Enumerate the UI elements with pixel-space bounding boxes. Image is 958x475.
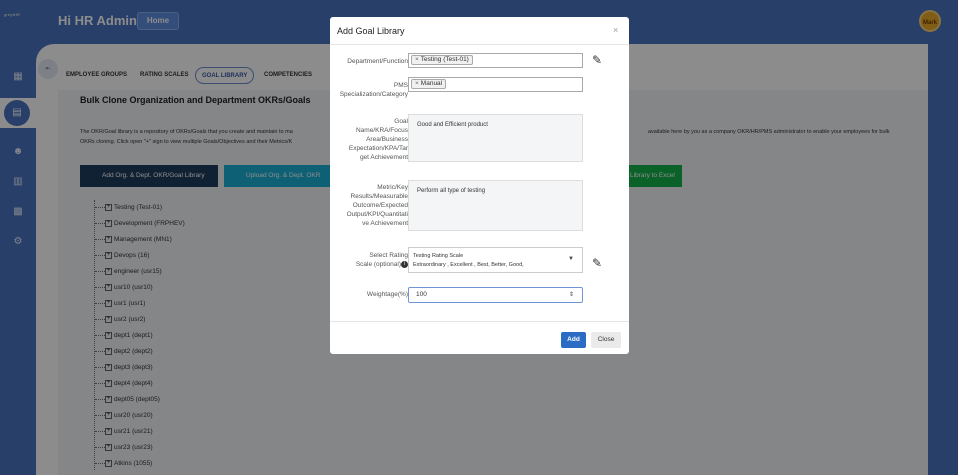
weightage-value: 100	[416, 291, 427, 298]
pms-label-line-1: PMS	[393, 82, 408, 89]
modal-header: Add Goal Library ×	[330, 17, 629, 45]
goal-label-line-4: Expectation/KPA/Tar	[348, 145, 408, 152]
chevron-down-icon: ▼	[568, 256, 574, 262]
rating-scale-select[interactable]: Testing Rating Scale Extraordinary , Exc…	[408, 247, 583, 273]
department-label: Department/Function	[347, 58, 408, 65]
pms-tag[interactable]: × Manual	[411, 79, 447, 89]
metric-textarea[interactable]: Perform all type of testing	[408, 180, 583, 231]
goal-label-line-3: Area/Business	[366, 136, 408, 143]
rating-scale-name: Testing Rating Scale	[413, 253, 464, 259]
rating-label-line-2: Scale (optional)	[355, 261, 401, 268]
metric-label-line-2: Results/Measurable	[350, 193, 408, 200]
close-icon[interactable]: ×	[613, 25, 618, 35]
info-icon[interactable]: i	[401, 260, 408, 268]
add-goal-library-modal: Add Goal Library × Department/Function ×…	[330, 17, 629, 354]
department-tag-label: Testing (Test-01)	[420, 56, 469, 63]
metric-label-line-1: Metric/Key	[377, 184, 408, 191]
edit-rating-icon[interactable]: ✎	[590, 256, 604, 270]
tag-remove-icon[interactable]: ×	[415, 56, 419, 63]
pms-select[interactable]: × Manual	[408, 77, 583, 92]
department-select[interactable]: × Testing (Test-01)	[408, 53, 583, 68]
tag-remove-icon[interactable]: ×	[415, 80, 419, 87]
rating-scale-values: Extraordinary , Excellent , Best, Better…	[413, 262, 524, 268]
metric-label: Metric/Key Results/Measurable Outcome/Ex…	[334, 183, 408, 228]
goal-label-line-2: Name/KRA/Focus	[355, 127, 408, 134]
rating-label: Select Rating Scale (optional) i	[334, 251, 408, 269]
pms-label-line-2: Specialization/Category	[339, 91, 408, 98]
modal-title: Add Goal Library	[337, 26, 405, 36]
goal-label-line-5: get Achievement	[359, 154, 408, 161]
pms-label: PMS Specialization/Category	[334, 81, 408, 99]
add-button[interactable]: Add	[561, 332, 586, 348]
goal-label: Goal Name/KRA/Focus Area/Business Expect…	[334, 117, 408, 162]
goal-label-line-1: Goal	[394, 118, 408, 125]
department-tag[interactable]: × Testing (Test-01)	[411, 55, 473, 65]
metric-label-line-3: Outcome/Expected	[352, 202, 408, 209]
rating-label-line-1: Select Rating	[369, 252, 408, 259]
metric-label-line-4: Output/KPI/Quantitati	[346, 211, 408, 218]
stepper-icon[interactable]: ⇕	[569, 288, 574, 302]
metric-label-line-5: ve Achievement	[362, 220, 408, 227]
pms-tag-label: Manual	[420, 80, 443, 87]
goal-textarea[interactable]: Good and Efficient product	[408, 114, 583, 162]
edit-department-icon[interactable]: ✎	[590, 53, 604, 67]
weightage-input[interactable]: 100 ⇕	[408, 287, 583, 303]
weightage-label: Weightage(%)	[366, 291, 408, 298]
close-button[interactable]: Close	[591, 332, 621, 348]
